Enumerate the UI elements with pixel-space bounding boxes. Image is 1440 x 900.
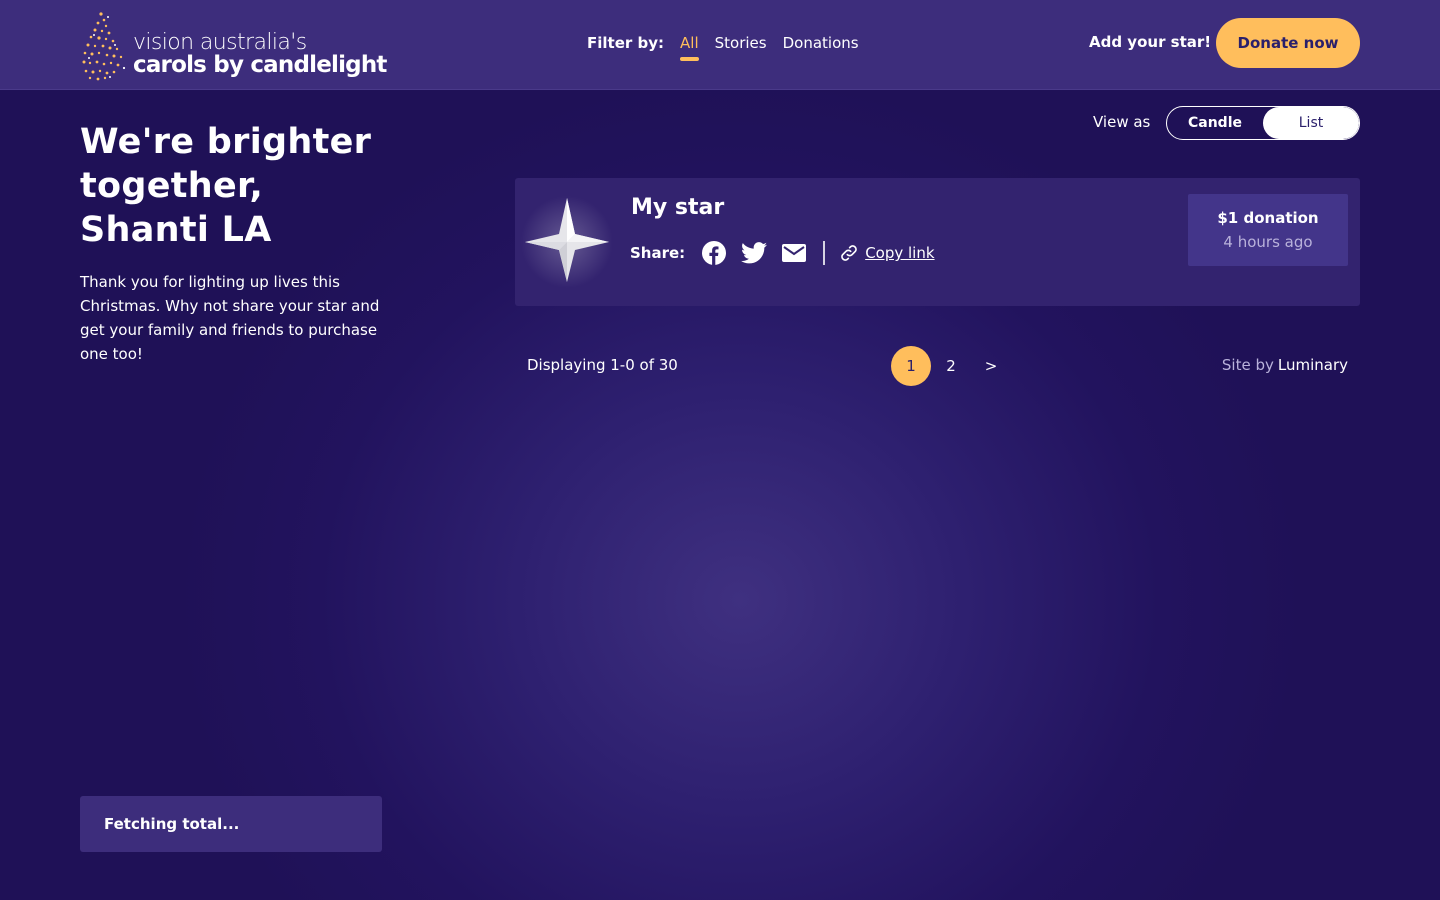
total-text: Fetching total... [104,815,240,833]
page-headline: We're brighter together, Shanti LA [80,122,372,250]
pagination: 1 2 > [891,346,1011,386]
donation-info: $1 donation 4 hours ago [1188,194,1348,266]
donation-amount: $1 donation [1217,209,1319,227]
twitter-icon[interactable] [741,240,768,266]
logo-text-line2: carols by candlelight [133,52,387,78]
next-page-button[interactable]: > [971,346,1011,386]
filter-donations[interactable]: Donations [783,34,859,52]
share-row: Share: Copy link [630,240,935,266]
donate-now-button[interactable]: Donate now [1216,18,1360,68]
copy-link-label: Copy link [865,244,935,262]
intro-text: Thank you for lighting up lives this Chr… [80,273,380,363]
star-card: My star Share: Copy link $1 donation 4 h… [515,178,1360,306]
share-label: Share: [630,244,686,262]
total-box: Fetching total... [80,796,382,852]
view-as-label: View as [1093,113,1151,131]
filter-bar: Filter by: All Stories Donations [587,33,875,61]
donation-time: 4 hours ago [1223,233,1313,251]
page-1-button[interactable]: 1 [891,346,931,386]
star-icon [521,196,613,288]
card-title: My star [631,195,725,220]
site-credit: Site by Luminary [1222,356,1348,374]
page-2-button[interactable]: 2 [931,346,971,386]
filter-label: Filter by: [587,34,665,52]
facebook-icon[interactable] [701,240,727,266]
copy-link-button[interactable]: Copy link [839,243,935,263]
candle-flame-logo-icon [82,12,126,81]
share-divider [823,241,826,265]
add-your-star-link[interactable]: Add your star! [1089,33,1211,51]
star-image [521,194,617,290]
filter-stories[interactable]: Stories [715,34,767,52]
site-header: vision australia's carols by candlelight… [0,0,1440,90]
carols-logo[interactable]: vision australia's carols by candlelight [80,8,400,82]
view-candle-option[interactable]: Candle [1167,107,1263,139]
site-by-label: Site by [1221,356,1274,374]
view-toggle: Candle List [1166,106,1360,140]
luminary-link[interactable]: Luminary [1278,356,1348,374]
results-count: Displaying 1-0 of 30 [527,356,678,374]
link-icon [841,245,857,261]
email-icon[interactable] [781,240,807,266]
filter-all[interactable]: All [680,34,699,61]
view-list-option[interactable]: List [1263,107,1359,139]
